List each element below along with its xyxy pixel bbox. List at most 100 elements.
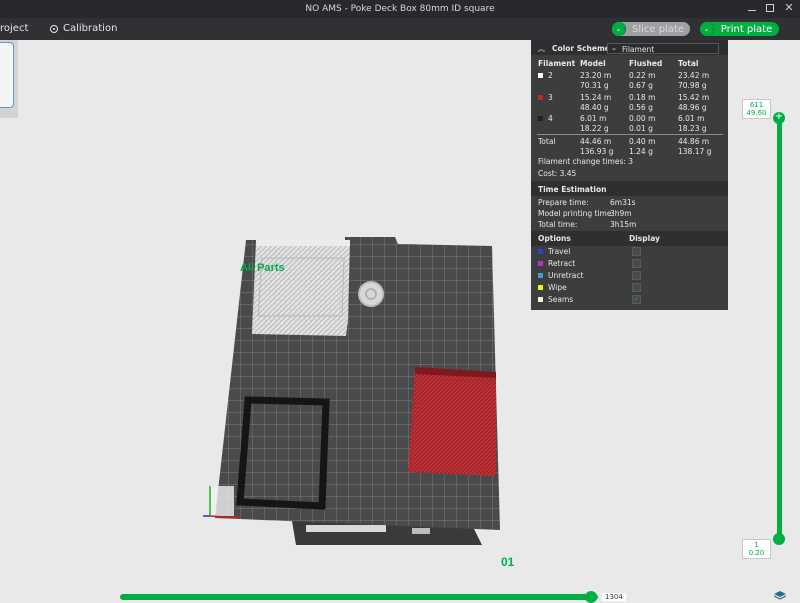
time-estimation-label: Time Estimation bbox=[538, 185, 607, 194]
layer-bottom-number: 1 bbox=[754, 541, 759, 549]
layer-bottom-height: 0.20 bbox=[748, 549, 765, 557]
total-weight: 70.98 g bbox=[678, 81, 707, 90]
layers-icon[interactable] bbox=[773, 590, 787, 600]
total-length: 15.42 m bbox=[678, 93, 710, 102]
collapse-icon[interactable]: ︽ bbox=[538, 44, 545, 54]
travel-checkbox[interactable] bbox=[632, 247, 641, 256]
time-label: Total time: bbox=[538, 220, 578, 229]
total-flushed-length: 0.40 m bbox=[629, 137, 656, 146]
round-part bbox=[358, 281, 384, 307]
project-tab[interactable]: roject bbox=[0, 23, 28, 34]
col-flushed: Flushed bbox=[629, 59, 663, 68]
plate-label-sticker bbox=[306, 525, 386, 532]
move-slider-track[interactable] bbox=[120, 594, 598, 600]
model-length: 23.20 m bbox=[580, 71, 612, 80]
total-flushed-weight: 1.24 g bbox=[629, 147, 653, 156]
layer-top-number: 611 bbox=[749, 101, 764, 109]
close-icon[interactable]: ✕ bbox=[783, 2, 795, 14]
model-length: 15.24 m bbox=[580, 93, 612, 102]
maximize-icon[interactable] bbox=[764, 2, 776, 14]
layer-top-readout: 611 49.60 bbox=[742, 99, 771, 119]
color-scheme-label: Color Scheme bbox=[552, 44, 610, 53]
color-scheme-value: Filament bbox=[622, 45, 655, 54]
red-part bbox=[408, 367, 496, 476]
calibration-tab-label: Calibration bbox=[63, 23, 118, 34]
flushed-weight: 0.01 g bbox=[629, 124, 653, 133]
display-label: Display bbox=[629, 234, 660, 243]
col-total: Total bbox=[678, 59, 699, 68]
model-weight: 18.22 g bbox=[580, 124, 609, 133]
wipe-checkbox[interactable] bbox=[632, 283, 641, 292]
model-weight: 48.40 g bbox=[580, 103, 609, 112]
time-value: 3h15m bbox=[610, 220, 637, 229]
title-bar: NO AMS - Poke Deck Box 80mm ID square ✕ bbox=[0, 0, 800, 18]
total-weight: 18.23 g bbox=[678, 124, 707, 133]
unretract-swatch bbox=[538, 273, 543, 278]
layer-top-height: 49.60 bbox=[746, 109, 767, 117]
unretract-checkbox[interactable] bbox=[632, 271, 641, 280]
print-plate-label: Print plate bbox=[720, 23, 773, 35]
plate-qr-area bbox=[412, 528, 430, 534]
calibration-tab[interactable]: Calibration bbox=[50, 23, 117, 34]
filament-id: 4 bbox=[548, 114, 553, 123]
option-label: Travel bbox=[548, 247, 571, 256]
slice-stats-panel: ︽ Color Scheme ⌄ Filament Filament Model… bbox=[531, 40, 728, 310]
wipe-swatch bbox=[538, 285, 543, 290]
cost: Cost: 3.45 bbox=[538, 169, 577, 178]
retract-swatch bbox=[538, 261, 543, 266]
time-value: 6m31s bbox=[610, 198, 636, 207]
option-label: Unretract bbox=[548, 271, 584, 280]
filament-id: 3 bbox=[548, 93, 553, 102]
total-model-length: 44.46 m bbox=[580, 137, 612, 146]
travel-swatch bbox=[538, 249, 543, 254]
flushed-length: 0.22 m bbox=[629, 71, 656, 80]
seams-checkbox[interactable]: ✓ bbox=[632, 295, 641, 304]
flushed-length: 0.00 m bbox=[629, 114, 656, 123]
time-label: Model printing time: bbox=[538, 209, 614, 218]
calibration-icon bbox=[50, 24, 58, 33]
minimize-icon[interactable] bbox=[746, 2, 758, 14]
chevron-down-icon: ⌄ bbox=[611, 44, 617, 52]
col-model: Model bbox=[580, 59, 606, 68]
options-label: Options bbox=[538, 234, 571, 243]
total-length: 6.01 m bbox=[678, 114, 705, 123]
print-dropdown-chevron-icon[interactable]: ⌄ bbox=[700, 22, 714, 36]
layer-slider-top-handle[interactable] bbox=[773, 111, 785, 124]
model-weight: 70.31 g bbox=[580, 81, 609, 90]
plate-caption[interactable]: All Parts bbox=[240, 262, 285, 274]
time-value: 3h9m bbox=[610, 209, 632, 218]
divider bbox=[537, 134, 723, 135]
total-total-length: 44.86 m bbox=[678, 137, 710, 146]
layer-bottom-readout: 1 0.20 bbox=[742, 539, 771, 559]
layer-slider-track[interactable] bbox=[777, 118, 782, 540]
flushed-weight: 0.67 g bbox=[629, 81, 653, 90]
color-scheme-dropdown[interactable]: ⌄ Filament bbox=[607, 43, 719, 54]
total-weight: 48.96 g bbox=[678, 103, 707, 112]
col-filament: Filament bbox=[538, 59, 576, 68]
layer-slider-bottom-handle[interactable] bbox=[773, 533, 785, 545]
plate-number: 01 bbox=[501, 555, 515, 569]
slice-dropdown-chevron-icon[interactable]: ⌄ bbox=[612, 22, 626, 36]
model-length: 6.01 m bbox=[580, 114, 607, 123]
total-total-weight: 138.17 g bbox=[678, 147, 712, 156]
option-label: Retract bbox=[548, 259, 576, 268]
option-label: Seams bbox=[548, 295, 574, 304]
time-label: Prepare time: bbox=[538, 198, 589, 207]
window-title: NO AMS - Poke Deck Box 80mm ID square bbox=[305, 4, 495, 14]
seams-swatch bbox=[538, 297, 543, 302]
slice-plate-label: Slice plate bbox=[631, 23, 685, 35]
option-label: Wipe bbox=[548, 283, 567, 292]
move-slider-handle[interactable] bbox=[585, 591, 597, 603]
total-label: Total bbox=[538, 137, 556, 146]
print-plate-button[interactable]: ⌄ Print plate bbox=[700, 22, 779, 36]
slice-plate-button[interactable]: ⌄ Slice plate bbox=[612, 22, 690, 36]
project-tab-label: roject bbox=[0, 23, 29, 34]
retract-checkbox[interactable] bbox=[632, 259, 641, 268]
filament-swatch bbox=[538, 116, 543, 121]
flushed-weight: 0.56 g bbox=[629, 103, 653, 112]
total-length: 23.42 m bbox=[678, 71, 710, 80]
filament-swatch bbox=[538, 95, 543, 100]
origin-cube bbox=[210, 486, 234, 516]
filament-change-times: Filament change times: 3 bbox=[538, 157, 634, 166]
total-model-weight: 136.93 g bbox=[580, 147, 614, 156]
